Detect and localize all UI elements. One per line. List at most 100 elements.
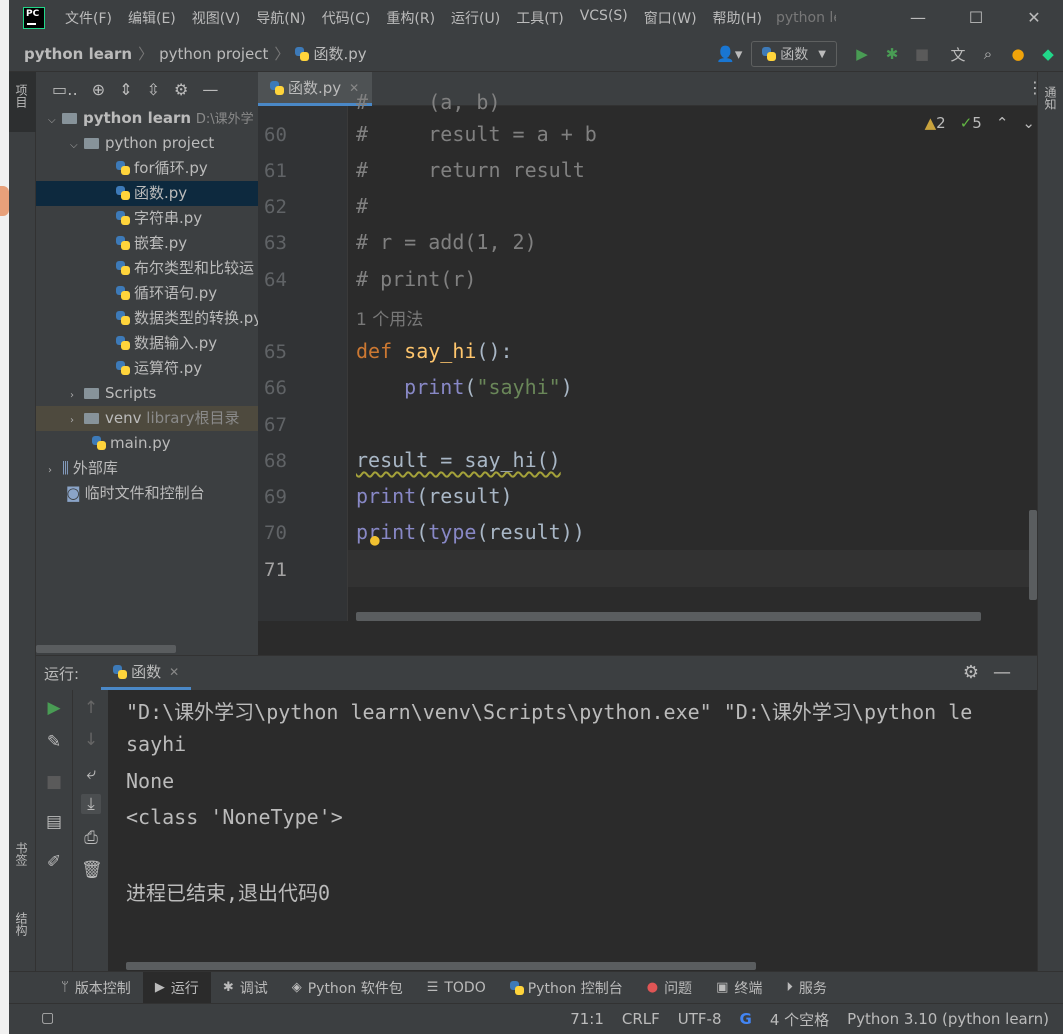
file-encoding[interactable]: UTF-8 (678, 1010, 722, 1028)
layout-icon[interactable]: ▤ (44, 812, 64, 832)
menu-help[interactable]: 帮助(H) (705, 8, 770, 28)
console-line: sayhi (126, 732, 187, 756)
menu-edit[interactable]: 编辑(E) (120, 8, 184, 28)
bug-icon: ✱ (222, 980, 234, 995)
tree-file[interactable]: 运算符.py (36, 356, 258, 381)
tool-terminal[interactable]: ▣ 终端 (704, 972, 774, 1004)
tool-debug[interactable]: ✱ 调试 (211, 972, 280, 1004)
tree-external-libs[interactable]: › ⫼ 外部库 (36, 456, 258, 481)
minimize-icon[interactable]: — (889, 0, 947, 36)
tree-file[interactable]: 数据输入.py (36, 331, 258, 356)
tool-run[interactable]: ▶ 运行 (142, 971, 211, 1004)
editor-tab[interactable]: 函数.py ✕ (258, 72, 372, 106)
trash-icon[interactable]: 🗑 (81, 860, 103, 880)
interpreter[interactable]: Python 3.10 (python learn) (847, 1010, 1049, 1028)
line-separator[interactable]: CRLF (622, 1010, 660, 1028)
tool-services[interactable]: ⏵ 服务 (774, 972, 839, 1004)
tree-folder-venv[interactable]: › venv library根目录 (36, 406, 258, 431)
menu-window[interactable]: 窗口(W) (636, 8, 705, 28)
menu-run[interactable]: 运行(U) (443, 8, 508, 28)
console-output[interactable]: "D:\课外学习\python learn\venv\Scripts\pytho… (126, 690, 1037, 960)
menu-tools[interactable]: 工具(T) (508, 8, 571, 28)
rerun-icon[interactable]: ▶ (44, 698, 64, 718)
breadcrumb-file[interactable]: 函数.py (313, 43, 366, 64)
tool-python-console[interactable]: Python 控制台 (498, 972, 635, 1004)
code-line: print("sayhi") (404, 375, 573, 399)
usage-hint[interactable]: 1 个用法 (356, 305, 423, 330)
notifications-tool-tab[interactable]: 通知 (1042, 86, 1059, 110)
inspection-widget[interactable]: ▲2 ✓5 ⌃ ⌄ (925, 114, 1035, 132)
stop-icon[interactable]: ■ (44, 772, 64, 792)
menu-refactor[interactable]: 重构(R) (378, 8, 443, 28)
caret-position[interactable]: 71:1 (570, 1010, 604, 1028)
hide-icon[interactable]: — (993, 662, 1025, 683)
editor-vertical-scrollbar[interactable] (1029, 510, 1037, 600)
arrow-up-icon[interactable]: ↑ (81, 698, 101, 718)
tree-folder-python-project[interactable]: ⌵ python project (36, 131, 258, 156)
menu-code[interactable]: 代码(C) (314, 8, 379, 28)
run-tab-label: 函数 (131, 663, 162, 681)
tree-file-selected[interactable]: 函数.py (36, 181, 258, 206)
tool-problems[interactable]: ● 问题 (635, 972, 704, 1004)
user-icon[interactable]: 👤▾ (707, 45, 751, 63)
menu-vcs[interactable]: VCS(S) (572, 8, 636, 28)
hide-icon[interactable]: — (202, 80, 218, 99)
scroll-to-end-icon[interactable]: ⤓ (81, 794, 101, 814)
pin-icon[interactable]: ✐ (44, 852, 64, 872)
editor-horizontal-scrollbar[interactable] (356, 612, 981, 621)
update-icon[interactable]: ● (1003, 45, 1033, 63)
search-icon[interactable]: ⌕ (973, 45, 1003, 63)
translate-icon[interactable]: 文 (943, 44, 973, 65)
maximize-icon[interactable]: ☐ (947, 0, 1005, 36)
breadcrumb-folder[interactable]: python project (159, 45, 268, 63)
soft-wrap-icon[interactable]: ⤶ (81, 764, 101, 784)
print-icon[interactable]: ⎙ (81, 828, 101, 848)
run-config-select[interactable]: 函数 ▼ (751, 41, 837, 67)
tree-file[interactable]: 循环语句.py (36, 281, 258, 306)
tree-file[interactable]: 数据类型的转换.py (36, 306, 258, 331)
tree-folder-scripts[interactable]: › Scripts (36, 381, 258, 406)
tree-file[interactable]: 嵌套.py (36, 231, 258, 256)
gear-icon[interactable]: ⚙ (174, 80, 188, 99)
project-scrollbar[interactable] (36, 645, 176, 653)
tool-todo[interactable]: ☰ TODO (415, 972, 498, 1004)
bookmarks-tool-tab[interactable]: 书签 (13, 842, 30, 866)
avatar (0, 186, 9, 216)
tree-root[interactable]: ⌵ python learn D:\课外学 (36, 106, 258, 131)
layout-icon[interactable]: ▭‥ (52, 80, 78, 99)
menu-file[interactable]: 文件(F) (57, 8, 120, 28)
chevron-down-icon[interactable]: ⌄ (1022, 114, 1035, 132)
tool-version-control[interactable]: ᛘ 版本控制 (49, 972, 143, 1004)
stop-icon[interactable]: ■ (907, 45, 937, 63)
indent-setting[interactable]: 4 个空格 (770, 1009, 829, 1030)
wrench-icon[interactable]: ✎ (44, 732, 64, 752)
gear-icon[interactable]: ⚙ (963, 662, 993, 683)
project-tool-tab[interactable]: 项目 (13, 84, 30, 108)
jetbrains-icon[interactable]: ◆ (1033, 45, 1063, 63)
code-area[interactable]: # (a, b) 60 # result = a + b 61 # return… (258, 90, 1063, 621)
collapse-all-icon[interactable]: ⇳ (147, 80, 160, 99)
arrow-down-icon[interactable]: ↓ (81, 730, 101, 750)
google-icon[interactable]: G (740, 1010, 752, 1028)
locate-icon[interactable]: ⊕ (92, 80, 105, 99)
toggle-panels-icon[interactable]: ▢ (41, 1010, 54, 1026)
expand-all-icon[interactable]: ⇕ (119, 80, 132, 99)
run-icon[interactable]: ▶ (847, 45, 877, 63)
tree-file[interactable]: for循环.py (36, 156, 258, 181)
bulb-icon[interactable]: ● (370, 530, 380, 549)
close-tab-icon[interactable]: ✕ (169, 665, 179, 679)
run-tab[interactable]: 函数 ✕ (101, 656, 192, 690)
tree-file[interactable]: 布尔类型和比较运 (36, 256, 258, 281)
structure-tool-tab[interactable]: 结构 (13, 912, 30, 936)
chevron-up-icon[interactable]: ⌃ (996, 114, 1009, 132)
breadcrumb-root[interactable]: python learn (24, 45, 132, 63)
tool-python-packages[interactable]: ◈ Python 软件包 (280, 972, 415, 1004)
tree-scratches[interactable]: ◙ 临时文件和控制台 (36, 481, 258, 506)
tree-file-main[interactable]: main.py (36, 431, 258, 456)
menu-navigate[interactable]: 导航(N) (248, 8, 313, 28)
debug-icon[interactable]: ✱ (877, 45, 907, 63)
close-icon[interactable]: ✕ (1005, 0, 1063, 36)
tree-file[interactable]: 字符串.py (36, 206, 258, 231)
console-scrollbar[interactable] (126, 962, 756, 970)
menu-view[interactable]: 视图(V) (184, 8, 249, 28)
